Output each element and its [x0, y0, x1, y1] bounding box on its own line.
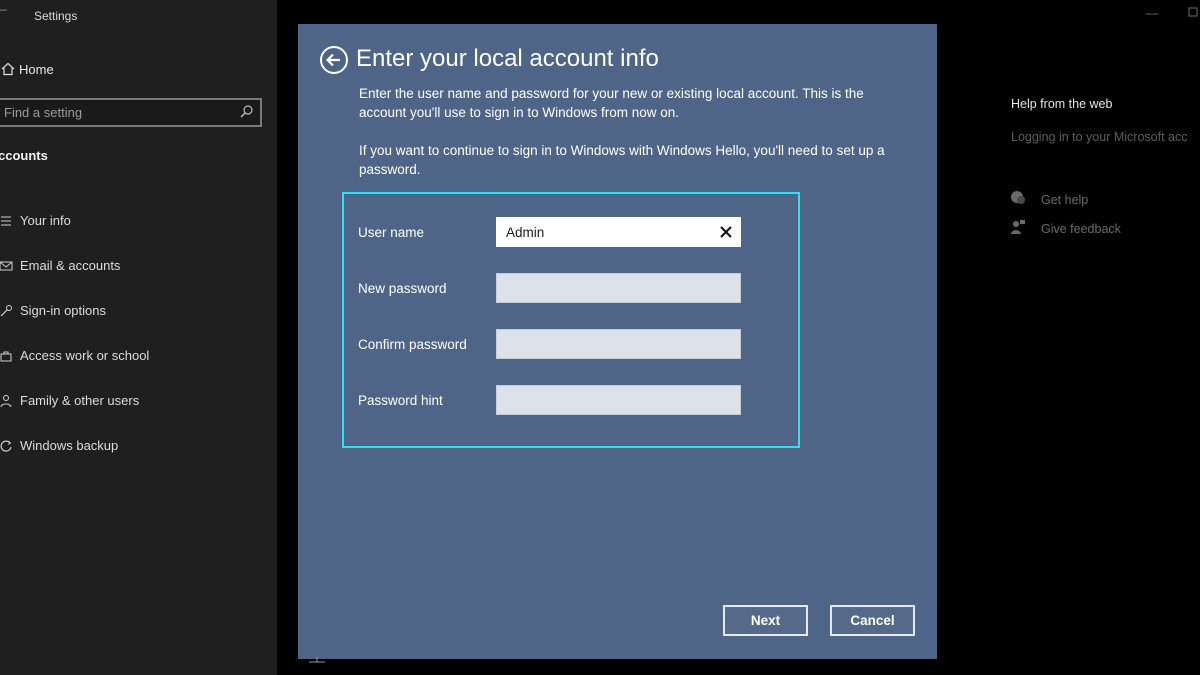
- accounts-nav-list: Your info Email & accounts Sign-in optio…: [0, 198, 277, 468]
- sidebar-item-your-info[interactable]: Your info: [0, 198, 277, 243]
- password-hint-field[interactable]: [496, 385, 741, 415]
- nav-home[interactable]: Home: [0, 56, 54, 82]
- sidebar-item-access-work[interactable]: Access work or school: [0, 333, 277, 378]
- new-password-label: New password: [358, 281, 447, 296]
- sidebar-item-label: Sign-in options: [20, 303, 106, 318]
- sidebar-item-email-accounts[interactable]: Email & accounts: [0, 243, 277, 288]
- search-input[interactable]: [0, 105, 230, 120]
- feedback-icon: [1009, 218, 1027, 241]
- sidebar-item-label: Windows backup: [20, 438, 119, 453]
- settings-sidebar: – Settings Home ccounts Your info Email …: [0, 0, 277, 675]
- username-field[interactable]: [496, 217, 741, 247]
- username-input[interactable]: [497, 218, 707, 246]
- confirm-password-field[interactable]: [496, 329, 741, 359]
- sidebar-item-label: Family & other users: [20, 393, 140, 408]
- dialog-description: Enter the user name and password for you…: [359, 86, 864, 120]
- sidebar-item-label: Your info: [20, 213, 71, 228]
- help-link[interactable]: Logging in to your Microsoft acc: [1011, 130, 1187, 144]
- back-arrow-icon: [320, 46, 348, 74]
- cancel-button[interactable]: Cancel: [830, 605, 915, 636]
- sidebar-item-label: Email & accounts: [20, 258, 121, 273]
- section-title-accounts: ccounts: [0, 148, 48, 163]
- back-button[interactable]: [319, 45, 349, 75]
- nav-home-label: Home: [19, 61, 54, 77]
- sidebar-item-windows-backup[interactable]: Windows backup: [0, 423, 277, 468]
- find-setting-search[interactable]: [0, 98, 262, 127]
- help-title: Help from the web: [1011, 97, 1113, 111]
- password-hint-row: Password hint: [344, 384, 798, 416]
- partial-icon: [307, 654, 327, 664]
- password-hint-label: Password hint: [358, 393, 443, 408]
- new-password-input[interactable]: [497, 274, 707, 302]
- get-help-label: Get help: [1041, 193, 1089, 207]
- account-form: User name New password Confirm password …: [342, 192, 800, 448]
- people-icon: [0, 391, 16, 411]
- minimize-button[interactable]: —: [1146, 6, 1158, 20]
- search-icon[interactable]: [238, 104, 254, 120]
- get-help-link[interactable]: Get help: [1009, 190, 1088, 210]
- briefcase-icon: [0, 346, 16, 366]
- mail-icon: [0, 256, 16, 276]
- next-button[interactable]: Next: [723, 605, 808, 636]
- confirm-password-input[interactable]: [497, 330, 707, 358]
- maximize-button[interactable]: [1188, 6, 1198, 20]
- clear-icon[interactable]: [718, 224, 734, 240]
- person-card-icon: [0, 211, 16, 231]
- password-hint-input[interactable]: [497, 386, 707, 414]
- chat-help-icon: [1009, 189, 1027, 212]
- give-feedback-link[interactable]: Give feedback: [1009, 219, 1121, 239]
- confirm-password-label: Confirm password: [358, 337, 467, 352]
- sidebar-item-label: Access work or school: [20, 348, 150, 363]
- dialog-hello-note: If you want to continue to sign in to Wi…: [359, 143, 885, 177]
- new-password-row: New password: [344, 272, 798, 304]
- app-title: Settings: [34, 9, 78, 23]
- sidebar-item-sign-in-options[interactable]: Sign-in options: [0, 288, 277, 333]
- local-account-dialog: Enter your local account info Enter the …: [298, 24, 937, 659]
- sidebar-item-family-users[interactable]: Family & other users: [0, 378, 277, 423]
- confirm-password-row: Confirm password: [344, 328, 798, 360]
- give-feedback-label: Give feedback: [1041, 222, 1121, 236]
- username-label: User name: [358, 225, 425, 240]
- new-password-field[interactable]: [496, 273, 741, 303]
- key-icon: [0, 301, 16, 321]
- sync-icon: [0, 436, 16, 456]
- dialog-title: Enter your local account info: [356, 45, 659, 72]
- home-icon: [0, 59, 18, 79]
- title-bar-dash: –: [0, 2, 7, 16]
- username-row: User name: [344, 216, 798, 248]
